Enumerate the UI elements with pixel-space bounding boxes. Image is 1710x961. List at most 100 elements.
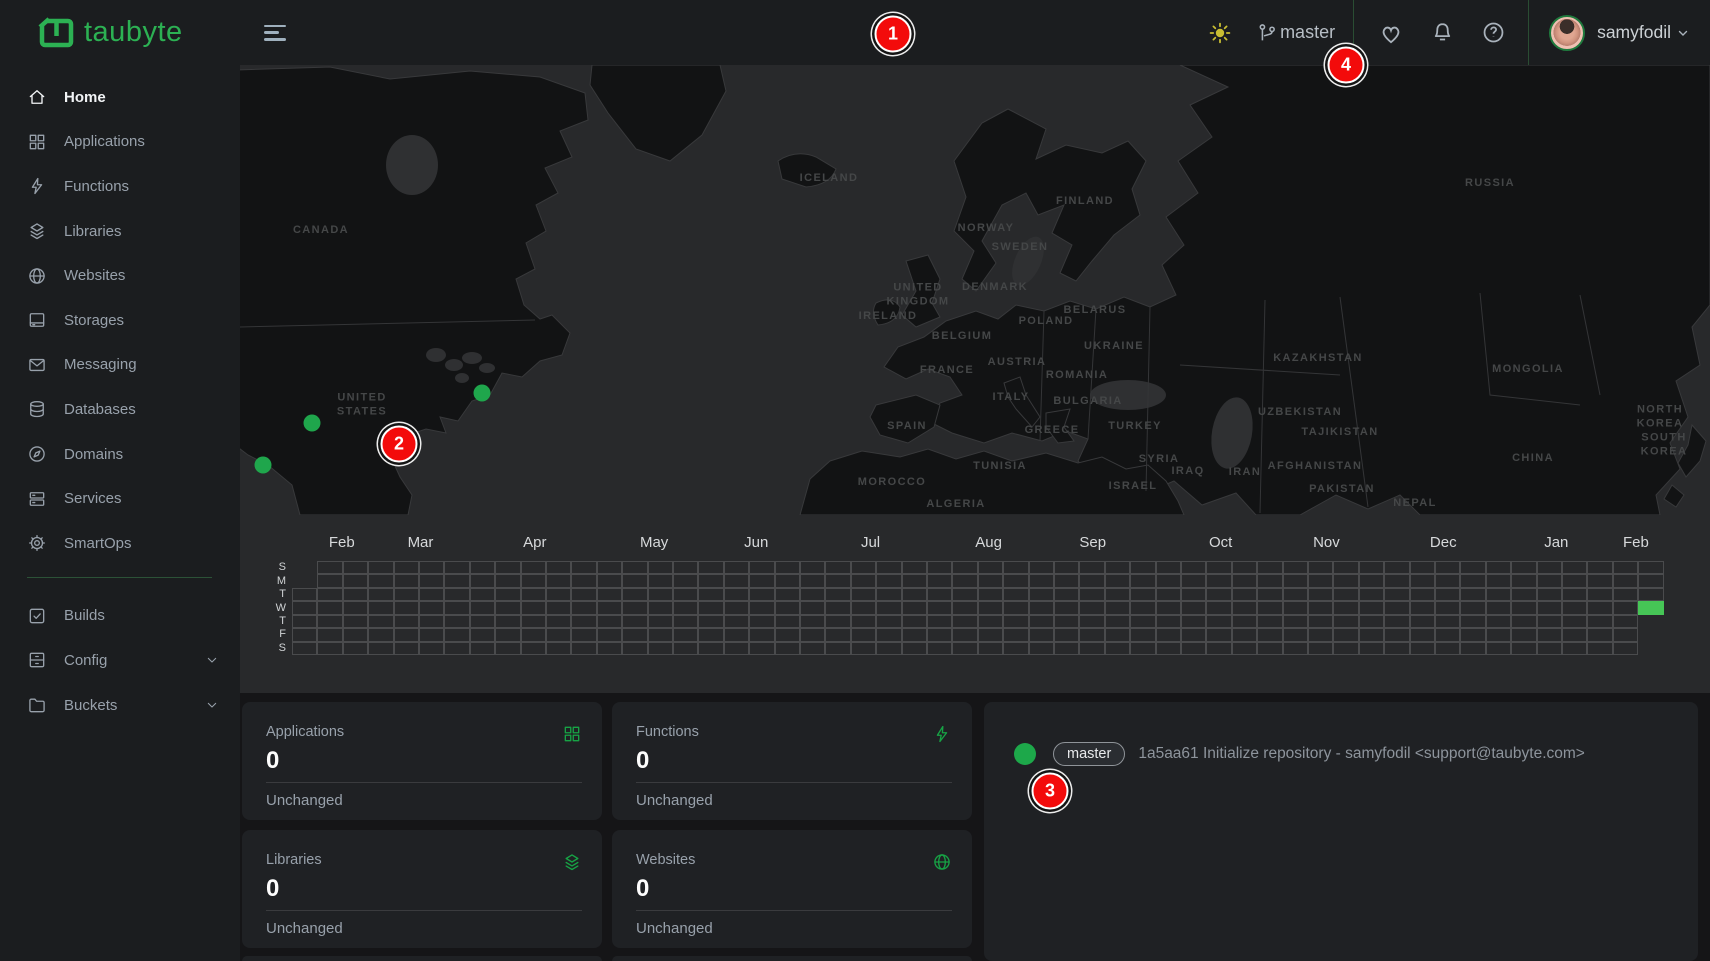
heatmap-cell[interactable] [1308, 642, 1333, 655]
stat-card-websites[interactable]: Websites0Unchanged [612, 830, 972, 948]
heatmap-cell[interactable] [444, 642, 469, 655]
heatmap-cell[interactable] [851, 615, 876, 628]
heatmap-cell[interactable] [724, 628, 749, 641]
heatmap-cell[interactable] [952, 588, 977, 601]
heatmap-cell[interactable] [1079, 642, 1104, 655]
heatmap-cell[interactable] [952, 561, 977, 574]
heatmap-cell[interactable] [1283, 588, 1308, 601]
sidebar-item-builds[interactable]: Builds [0, 594, 240, 639]
heatmap-cell[interactable] [444, 588, 469, 601]
heatmap-cell[interactable] [1079, 588, 1104, 601]
heatmap-cell[interactable] [902, 588, 927, 601]
heatmap-cell[interactable] [1486, 601, 1511, 614]
heatmap-cell[interactable] [597, 642, 622, 655]
heatmap-cell[interactable] [521, 615, 546, 628]
heatmap-cell[interactable] [724, 601, 749, 614]
heatmap-cell[interactable] [419, 642, 444, 655]
heatmap-cell[interactable] [597, 628, 622, 641]
heatmap-cell[interactable] [1308, 588, 1333, 601]
heatmap-cell[interactable] [825, 601, 850, 614]
heatmap-cell[interactable] [1562, 601, 1587, 614]
heatmap-cell[interactable] [1435, 561, 1460, 574]
heatmap-cell[interactable] [1613, 628, 1638, 641]
heatmap-cell[interactable] [1206, 642, 1231, 655]
heatmap-cell[interactable] [1384, 601, 1409, 614]
heatmap-cell[interactable] [1257, 574, 1282, 587]
heatmap-cell[interactable] [1130, 601, 1155, 614]
heatmap-cell[interactable] [902, 642, 927, 655]
heatmap-cell[interactable] [902, 628, 927, 641]
heatmap-cell[interactable] [749, 601, 774, 614]
heatmap-cell[interactable] [648, 628, 673, 641]
heatmap-cell[interactable] [495, 615, 520, 628]
heatmap-cell[interactable] [571, 601, 596, 614]
heatmap-cell[interactable] [1511, 615, 1536, 628]
heatmap-cell[interactable] [292, 615, 317, 628]
heatmap-cell[interactable] [1003, 615, 1028, 628]
heatmap-cell[interactable] [317, 588, 342, 601]
heatmap-cell[interactable] [698, 628, 723, 641]
heatmap-cell[interactable] [1410, 615, 1435, 628]
heatmap-cell[interactable] [1613, 561, 1638, 574]
heatmap-cell[interactable] [1613, 574, 1638, 587]
help-icon[interactable] [1481, 20, 1506, 45]
heatmap-cell[interactable] [952, 642, 977, 655]
heatmap-cell[interactable] [317, 561, 342, 574]
heatmap-cell[interactable] [851, 561, 876, 574]
heatmap-cell[interactable] [343, 628, 368, 641]
heatmap-cell[interactable] [292, 642, 317, 655]
heatmap-cell[interactable] [1638, 561, 1663, 574]
heatmap-cell[interactable] [1359, 601, 1384, 614]
heatmap-cell[interactable] [775, 574, 800, 587]
heatmap-cell[interactable] [368, 601, 393, 614]
heatmap-cell[interactable] [1359, 561, 1384, 574]
heatmap-cell[interactable] [622, 574, 647, 587]
heatmap-cell[interactable] [1384, 574, 1409, 587]
heatmap-cell[interactable] [1333, 615, 1358, 628]
heatmap-cell[interactable] [1410, 588, 1435, 601]
heatmap-cell[interactable] [1130, 642, 1155, 655]
heatmap-cell[interactable] [1283, 642, 1308, 655]
heatmap-cell[interactable] [394, 601, 419, 614]
heatmap-cell[interactable] [1613, 642, 1638, 655]
heatmap-cell[interactable] [1511, 642, 1536, 655]
heatmap-cell[interactable] [749, 615, 774, 628]
heatmap-cell[interactable] [1105, 574, 1130, 587]
heatmap-cell[interactable] [521, 588, 546, 601]
sidebar-item-smartops[interactable]: SmartOps [0, 521, 240, 566]
heatmap-cell[interactable] [775, 642, 800, 655]
heatmap-cell[interactable] [343, 601, 368, 614]
heatmap-cell[interactable] [571, 561, 596, 574]
heatmap-cell[interactable] [673, 601, 698, 614]
heatmap-cell[interactable] [1181, 588, 1206, 601]
heatmap-cell[interactable] [1410, 642, 1435, 655]
heatmap-cell[interactable] [495, 628, 520, 641]
heatmap-cell[interactable] [1206, 588, 1231, 601]
heatmap-cell[interactable] [1486, 642, 1511, 655]
heatmap-cell[interactable] [546, 628, 571, 641]
heatmap-cell[interactable] [1410, 628, 1435, 641]
heatmap-cell[interactable] [1130, 588, 1155, 601]
heatmap-cell[interactable] [1410, 574, 1435, 587]
heatmap-cell[interactable] [622, 628, 647, 641]
sidebar-item-domains[interactable]: Domains [0, 432, 240, 477]
heatmap-cell[interactable] [1486, 628, 1511, 641]
heatmap-cell[interactable] [1511, 588, 1536, 601]
heatmap-cell[interactable] [1003, 561, 1028, 574]
heatmap-cell[interactable] [952, 574, 977, 587]
heatmap-cell[interactable] [1283, 615, 1308, 628]
stat-card-applications[interactable]: Applications0Unchanged [242, 702, 602, 820]
heatmap-cell[interactable] [1283, 561, 1308, 574]
heatmap-cell[interactable] [1054, 588, 1079, 601]
heatmap-cell[interactable] [1079, 601, 1104, 614]
heatmap-cell[interactable] [1359, 588, 1384, 601]
heatmap-cell[interactable] [800, 574, 825, 587]
heatmap-cell[interactable] [1308, 628, 1333, 641]
heatmap-cell[interactable] [317, 628, 342, 641]
heatmap-cell[interactable] [648, 574, 673, 587]
heatmap-cell[interactable] [1105, 642, 1130, 655]
heatmap-cell[interactable] [470, 642, 495, 655]
heatmap-cell[interactable] [978, 615, 1003, 628]
heatmap-cell[interactable] [521, 601, 546, 614]
heatmap-cell[interactable] [1587, 642, 1612, 655]
